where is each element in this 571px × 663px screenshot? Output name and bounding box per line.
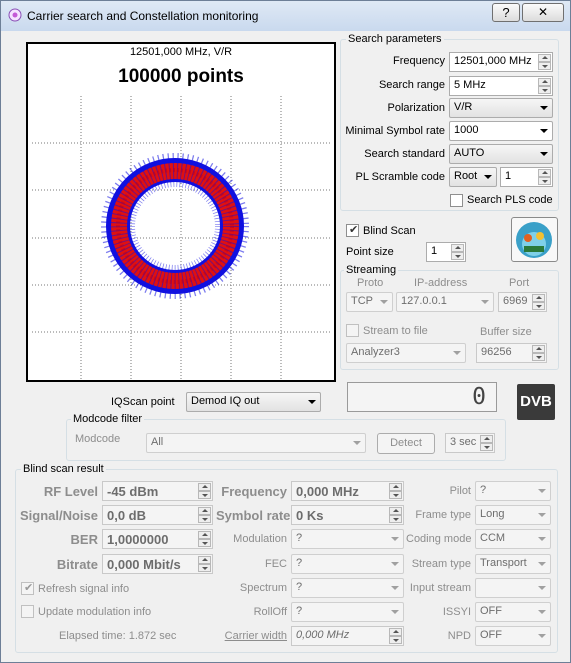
- satellite-icon: [516, 222, 552, 258]
- result-frequency-label: Frequency: [221, 484, 287, 499]
- carrier-width-value: 0,000 MHz: [291, 626, 404, 646]
- detect-button[interactable]: Detect: [377, 433, 435, 454]
- rf-level-label: RF Level: [43, 484, 98, 499]
- blind-scan-result-title: Blind scan result: [21, 463, 106, 475]
- update-modulation-label: Update modulation info: [38, 606, 152, 618]
- buffer-size-input[interactable]: 96256: [476, 343, 547, 363]
- frame-type-label: Frame type: [415, 509, 471, 521]
- blind-scan-label: Blind Scan: [363, 225, 416, 237]
- issyi-label: ISSYI: [442, 606, 471, 618]
- search-pls-checkbox[interactable]: [450, 194, 463, 207]
- pl-scramble-label: PL Scramble code: [355, 171, 445, 183]
- modulation-select[interactable]: ?: [291, 529, 404, 549]
- close-button[interactable]: ✕: [522, 3, 564, 22]
- rolloff-label: RollOff: [253, 606, 287, 618]
- elapsed-time: Elapsed time: 1.872 sec: [59, 630, 177, 642]
- ber-value: 1,0000000: [102, 529, 213, 549]
- polarization-select[interactable]: V/R: [449, 98, 553, 118]
- constellation-plot: [32, 96, 330, 380]
- search-range-label: Search range: [378, 79, 445, 91]
- result-symbol-rate-label: Symbol rate: [216, 508, 291, 523]
- carrier-width-label[interactable]: Carrier width: [216, 630, 287, 642]
- help-button[interactable]: ?: [492, 3, 520, 22]
- rolloff-select[interactable]: ?: [291, 602, 404, 622]
- analyzer-image-button[interactable]: [511, 217, 558, 262]
- dialog-window: Carrier search and Constellation monitor…: [0, 0, 571, 663]
- refresh-signal-checkbox[interactable]: ✔: [21, 582, 34, 595]
- search-parameters-title: Search parameters: [346, 33, 444, 45]
- search-pls-label: Search PLS code: [467, 194, 553, 206]
- dvb-logo: DVB: [517, 384, 555, 420]
- frequency-input[interactable]: 12501,000 MHz: [449, 52, 553, 72]
- stream-to-file-label: Stream to file: [363, 325, 428, 337]
- bitrate-label: Bitrate: [56, 557, 98, 572]
- point-size-input[interactable]: 1: [426, 242, 466, 262]
- refresh-signal-label: Refresh signal info: [38, 583, 130, 595]
- buffer-size-label: Buffer size: [480, 326, 532, 338]
- min-symbol-rate-label: Minimal Symbol rate: [345, 125, 445, 137]
- ber-label: BER: [70, 532, 98, 547]
- coding-mode-select[interactable]: CCM: [475, 529, 551, 549]
- spectrum-select[interactable]: ?: [291, 578, 404, 598]
- stream-file-select[interactable]: Analyzer3: [346, 343, 466, 363]
- signal-noise-value: 0,0 dB: [102, 505, 213, 525]
- signal-noise-label: Signal/Noise: [19, 508, 98, 523]
- input-stream-label: Input stream: [409, 582, 471, 594]
- update-modulation-checkbox[interactable]: [21, 605, 34, 618]
- proto-header: Proto: [357, 277, 384, 289]
- close-icon: ✕: [537, 5, 549, 19]
- polarization-label: Polarization: [387, 102, 445, 114]
- window-title: Carrier search and Constellation monitor…: [27, 9, 259, 23]
- pilot-label: Pilot: [449, 485, 471, 497]
- title-bar: Carrier search and Constellation monitor…: [1, 1, 570, 31]
- app-icon: [8, 8, 22, 22]
- points-count: 100000 points: [118, 66, 244, 87]
- iqscan-point-label: IQScan point: [111, 396, 175, 408]
- pilot-select[interactable]: ?: [475, 481, 551, 501]
- npd-label: NPD: [447, 630, 471, 642]
- port-input[interactable]: 6969: [498, 292, 547, 312]
- spectrum-label: Spectrum: [239, 582, 287, 594]
- modcode-filter-title: Modcode filter: [71, 413, 145, 425]
- proto-select[interactable]: TCP: [346, 292, 393, 312]
- fec-select[interactable]: ?: [291, 554, 404, 574]
- ip-address-select[interactable]: 127.0.0.1: [396, 292, 494, 312]
- input-stream-select[interactable]: [475, 578, 551, 598]
- result-frequency-value: 0,000 MHz: [291, 481, 404, 501]
- port-header: Port: [509, 277, 530, 289]
- detect-interval-input[interactable]: 3 sec: [445, 433, 495, 453]
- constellation-panel: 12501,000 MHz, V/R 100000 points: [26, 42, 336, 382]
- streaming-title: Streaming: [344, 264, 399, 276]
- bitrate-value: 0,000 Mbit/s: [102, 554, 213, 574]
- frequency-label: Frequency: [393, 55, 445, 67]
- modcode-select[interactable]: All: [146, 433, 366, 453]
- plot-header: 12501,000 MHz, V/R: [129, 46, 233, 58]
- frame-type-select[interactable]: Long: [475, 505, 551, 525]
- modcode-label: Modcode: [75, 433, 121, 445]
- search-standard-select[interactable]: AUTO: [449, 144, 553, 164]
- fec-label: FEC: [265, 558, 287, 570]
- signal-counter-display: 0: [347, 382, 497, 412]
- stream-to-file-checkbox[interactable]: [346, 324, 359, 337]
- stream-type-label: Stream type: [411, 558, 471, 570]
- search-standard-label: Search standard: [364, 148, 445, 160]
- pls-code-input[interactable]: 1: [500, 167, 553, 187]
- issyi-select[interactable]: OFF: [475, 602, 551, 622]
- result-symbol-rate-value: 0 Ks: [291, 505, 404, 525]
- search-range-input[interactable]: 5 MHz: [449, 76, 553, 96]
- npd-select[interactable]: OFF: [475, 626, 551, 646]
- blind-scan-checkbox[interactable]: ✔: [346, 224, 359, 237]
- point-size-label: Point size: [346, 246, 394, 258]
- iqscan-point-select[interactable]: Demod IQ out: [186, 392, 321, 412]
- ip-header: IP-address: [414, 277, 468, 289]
- coding-mode-label: Coding mode: [406, 533, 472, 545]
- min-symbol-rate-select[interactable]: 1000: [449, 121, 553, 141]
- pls-type-select[interactable]: Root: [449, 167, 497, 187]
- rf-level-value: -45 dBm: [102, 481, 213, 501]
- modulation-label: Modulation: [233, 533, 287, 545]
- stream-type-select[interactable]: Transport: [475, 554, 551, 574]
